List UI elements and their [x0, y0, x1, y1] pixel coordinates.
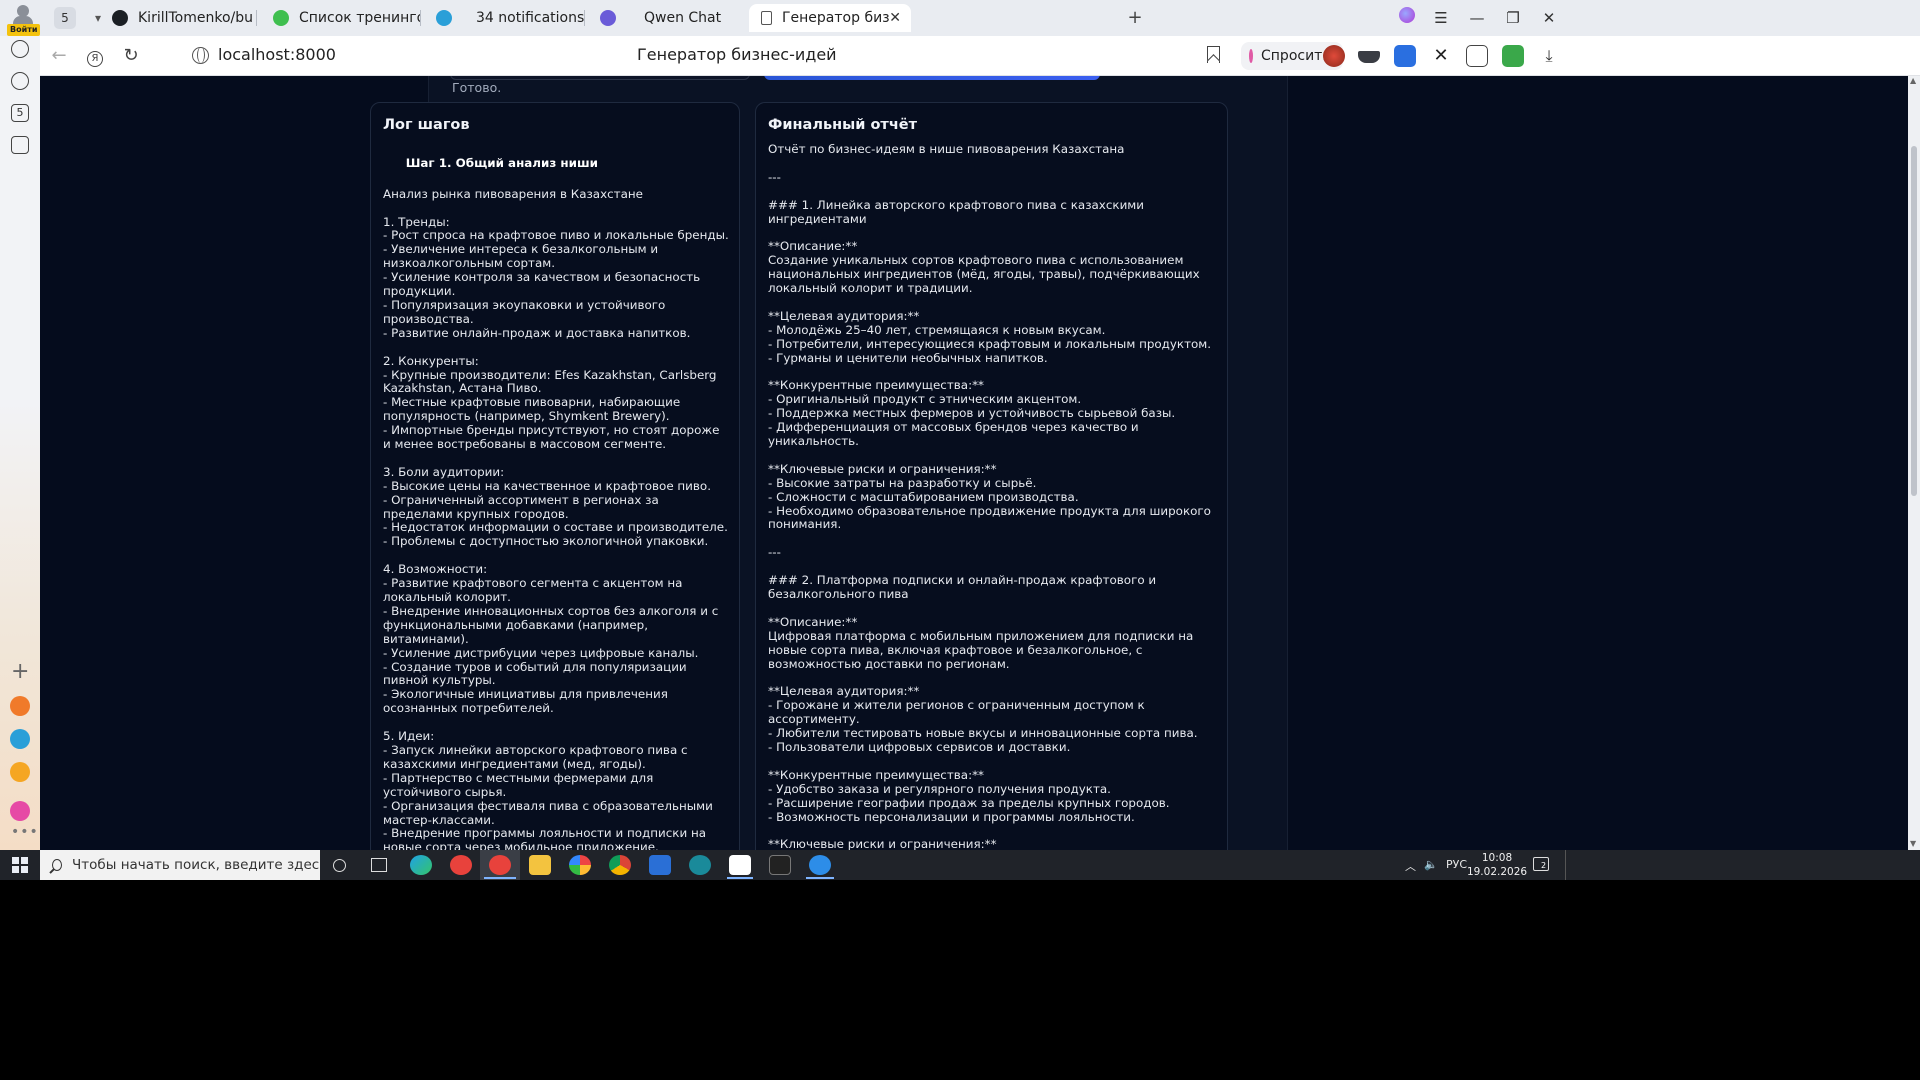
- github-icon: [112, 10, 128, 26]
- yandex-active-icon[interactable]: [489, 855, 511, 875]
- log-panel-body: Шаг 1. Общий анализ ниши Анализ рынка пи…: [383, 143, 729, 850]
- tray-chevron-icon[interactable]: ︿: [1405, 858, 1416, 874]
- extension-red-icon[interactable]: [1323, 45, 1345, 67]
- show-desktop-button[interactable]: [1565, 850, 1568, 880]
- scroll-up-icon[interactable]: ▲: [1910, 76, 1916, 85]
- chrome-icon[interactable]: [609, 855, 631, 875]
- notification-count: 2: [1541, 861, 1547, 870]
- log-content: Анализ рынка пивоварения в Казахстане 1.…: [383, 186, 729, 850]
- yandex-alice-icon[interactable]: [1393, 6, 1421, 30]
- green-circle-icon: [273, 10, 289, 26]
- notifications-icon[interactable]: 2: [1533, 857, 1549, 871]
- photos-icon[interactable]: [569, 855, 591, 875]
- telegram-icon[interactable]: [10, 729, 30, 749]
- step-title: Шаг 1. Общий анализ ниши: [405, 155, 598, 170]
- app-cloud-icon[interactable]: [809, 855, 831, 875]
- extension-blue-icon[interactable]: [1394, 45, 1416, 67]
- edge-icon[interactable]: [410, 855, 432, 875]
- taskbar-search[interactable]: Чтобы начать поиск, введите здесь запрос: [40, 850, 320, 880]
- ask-label: Спросить: [1261, 48, 1331, 64]
- tab-counter-icon[interactable]: 5: [11, 104, 29, 122]
- cortana-icon[interactable]: [333, 859, 346, 872]
- volume-icon[interactable]: 🔈: [1424, 858, 1438, 871]
- tab-telegram[interactable]: 34 notifications: [424, 4, 584, 32]
- yandex-logo-icon[interactable]: Я: [82, 44, 108, 68]
- bookmark-icon[interactable]: [1207, 46, 1220, 63]
- task-view-icon[interactable]: [371, 858, 387, 872]
- downloads-icon[interactable]: ⤓: [1538, 45, 1560, 67]
- extensions-icon[interactable]: [1466, 45, 1488, 67]
- login-badge[interactable]: Войти: [7, 24, 41, 36]
- report-panel-title: Финальный отчёт: [768, 117, 918, 133]
- running-indicator: [806, 877, 834, 879]
- tab-business-ideas[interactable]: Генератор бизнес-иде ✕: [749, 4, 911, 32]
- add-panel-icon[interactable]: +: [11, 661, 29, 683]
- tab-trainings[interactable]: Список тренингов: [261, 4, 421, 32]
- menu-icon[interactable]: ☰: [1427, 6, 1455, 30]
- search-icon: [52, 859, 63, 871]
- browser-sidebar: 5 + •••: [0, 36, 40, 850]
- back-icon[interactable]: ←: [46, 44, 72, 68]
- scrollbar-thumb[interactable]: [1911, 146, 1917, 496]
- status-text: Готово.: [452, 80, 502, 95]
- tab-label: KirillTomenko/business-id: [138, 10, 252, 26]
- taskbar-search-placeholder: Чтобы начать поиск, введите здесь запрос: [72, 857, 320, 873]
- close-window-icon[interactable]: ✕: [1535, 6, 1563, 30]
- clock-time: 10:08: [1481, 852, 1513, 864]
- terminal-icon[interactable]: [769, 855, 791, 875]
- ai-icon: [1249, 49, 1253, 63]
- log-panel: Лог шагов Шаг 1. Общий анализ ниши Анали…: [370, 102, 740, 850]
- log-panel-title: Лог шагов: [383, 117, 470, 133]
- extension-hat-icon[interactable]: [1358, 51, 1380, 63]
- page-icon: [761, 11, 772, 25]
- taskbar: Чтобы начать поиск, введите здесь запрос…: [0, 850, 1920, 880]
- tab-label: Qwen Chat: [644, 10, 722, 26]
- clock[interactable]: 10:08 19.02.2026: [1462, 851, 1532, 879]
- windows-start-icon[interactable]: [12, 857, 28, 873]
- url-field[interactable]: localhost:8000: [218, 45, 336, 64]
- minimize-icon[interactable]: —: [1463, 6, 1491, 30]
- running-indicator: [727, 877, 753, 879]
- outlook-icon[interactable]: [649, 855, 671, 875]
- profile-button[interactable]: Войти: [7, 4, 41, 36]
- qwen-icon: [600, 10, 616, 26]
- play-icon[interactable]: [11, 72, 29, 90]
- page-viewport: Готово. Лог шагов Шаг 1. Общий анализ ни…: [40, 76, 1920, 850]
- app-a-icon[interactable]: [729, 855, 751, 875]
- extension-cross-icon[interactable]: ✕: [1430, 45, 1452, 67]
- report-panel: Финальный отчёт Отчёт по бизнес-идеям в …: [755, 102, 1228, 850]
- active-indicator: [484, 877, 516, 879]
- messenger-icon[interactable]: [10, 801, 30, 821]
- mail-icon[interactable]: [10, 762, 30, 782]
- file-explorer-icon[interactable]: [529, 855, 551, 875]
- page-title: Генератор бизнес-идей: [637, 45, 837, 64]
- tab-bar: Войти 5 ▾ KirillTomenko/business-id Спис…: [0, 0, 1920, 36]
- screen-bottom: [0, 880, 1920, 1080]
- history-icon[interactable]: [11, 40, 29, 58]
- report-content: Отчёт по бизнес-идеям в нише пивоварения…: [768, 142, 1212, 850]
- new-tab-button[interactable]: +: [1123, 7, 1147, 29]
- yandex-browser-icon[interactable]: [450, 855, 472, 875]
- restore-icon[interactable]: ❐: [1499, 6, 1527, 30]
- telegram-icon: [436, 10, 452, 26]
- tab-qwen[interactable]: Qwen Chat: [588, 4, 744, 32]
- app-c-icon[interactable]: [689, 855, 711, 875]
- globe-icon[interactable]: [192, 47, 209, 64]
- generate-button[interactable]: [764, 76, 1100, 80]
- close-tab-icon[interactable]: ✕: [889, 10, 901, 26]
- clock-date: 19.02.2026: [1466, 866, 1528, 878]
- tab-label: 34 notifications: [476, 10, 584, 26]
- yandex-app-icon[interactable]: [10, 696, 30, 716]
- tab-count-button[interactable]: 5: [54, 7, 76, 29]
- more-dots-icon[interactable]: •••: [11, 824, 39, 840]
- tab-github[interactable]: KirillTomenko/business-id: [100, 4, 252, 32]
- page-scrollbar[interactable]: ▲ ▼: [1908, 76, 1920, 850]
- tab-label: Генератор бизнес-иде: [782, 10, 890, 26]
- scroll-down-icon[interactable]: ▼: [1910, 839, 1916, 848]
- address-bar: ← Я ↻ localhost:8000 Генератор бизнес-ид…: [40, 36, 1920, 76]
- extension-green-icon[interactable]: [1502, 45, 1524, 67]
- tab-label: Список тренингов: [299, 10, 421, 26]
- screenshot-icon[interactable]: [11, 136, 29, 154]
- reload-icon[interactable]: ↻: [118, 44, 144, 68]
